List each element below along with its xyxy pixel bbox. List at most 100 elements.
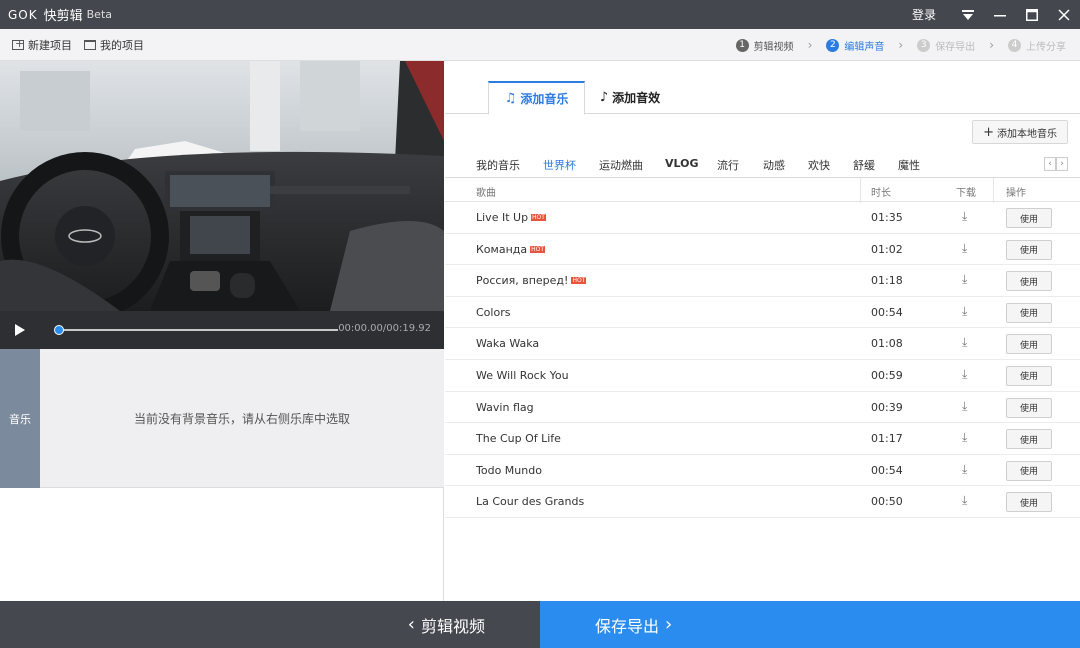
category-pop[interactable]: 流行 xyxy=(717,157,739,173)
table-row[interactable]: We Will Rock You 00:59 ⤓ 使用 xyxy=(445,360,1080,392)
table-row[interactable]: Wavin flag 00:39 ⤓ 使用 xyxy=(445,392,1080,424)
category-sports[interactable]: 运动燃曲 xyxy=(599,157,643,173)
tab-add-effect[interactable]: ♪ 添加音效 xyxy=(593,81,667,114)
download-icon[interactable]: ⤓ xyxy=(962,304,967,319)
use-button[interactable]: 使用 xyxy=(1006,208,1052,228)
chevron-left-icon: ‹ xyxy=(407,614,415,635)
song-duration: 00:54 xyxy=(871,305,903,319)
download-icon[interactable]: ⤓ xyxy=(962,399,967,414)
use-button[interactable]: 使用 xyxy=(1006,302,1052,323)
chevron-right-icon: › xyxy=(989,38,994,52)
step-edit-video[interactable]: 1 剪辑视频 xyxy=(735,38,794,53)
toolbar: 新建项目 我的项目 1 剪辑视频 › 2 编辑声音 › 3 保存导出 › 4 上… xyxy=(0,29,1080,61)
music-library-panel: ♫ 添加音乐 ♪ 添加音效 + 添加本地音乐 我的音乐 世界杯 运动燃曲 VLO… xyxy=(445,61,1080,601)
use-button[interactable]: 使用 xyxy=(1006,239,1052,260)
hot-badge: HOT xyxy=(530,245,546,253)
maximize-icon[interactable] xyxy=(1016,0,1048,29)
step-edit-audio[interactable]: 2 编辑声音 xyxy=(826,38,884,53)
preview-panel: 00:00.00/00:19.92 音乐 当前没有背景音乐，请从右侧乐库中选取 xyxy=(0,61,444,601)
my-projects-button[interactable]: 我的项目 xyxy=(84,37,144,53)
library-tabs: ♫ 添加音乐 ♪ 添加音效 xyxy=(445,81,1080,115)
use-button[interactable]: 使用 xyxy=(1006,397,1052,418)
song-duration: 00:54 xyxy=(871,463,903,477)
table-row[interactable]: The Cup Of Life 01:17 ⤓ 使用 xyxy=(445,423,1080,455)
song-title: Todo Mundo xyxy=(476,463,542,477)
category-quirky[interactable]: 魔性 xyxy=(898,157,920,173)
chevron-right-icon: › xyxy=(807,38,813,52)
download-icon[interactable]: ⤓ xyxy=(962,335,967,350)
table-row[interactable]: La Cour des Grands 00:50 ⤓ 使用 xyxy=(445,486,1080,518)
playback-controls: 00:00.00/00:19.92 xyxy=(0,311,444,349)
category-my-music[interactable]: 我的音乐 xyxy=(476,157,520,173)
category-cheerful[interactable]: 欢快 xyxy=(808,157,830,173)
save-export-button[interactable]: 保存导出 › xyxy=(540,601,1080,648)
app-logo: GOK 快剪辑 Beta xyxy=(8,5,113,25)
logo-icon: GOK xyxy=(8,7,38,22)
beta-label: Beta xyxy=(86,8,113,21)
download-icon[interactable]: ⤓ xyxy=(962,462,967,477)
new-project-label: 新建项目 xyxy=(28,38,72,52)
title-bar: GOK 快剪辑 Beta 登录 xyxy=(0,0,1080,29)
hot-badge: HOT xyxy=(571,277,587,285)
category-vlog[interactable]: VLOG xyxy=(665,157,699,170)
progress-bar[interactable] xyxy=(54,325,338,335)
song-duration: 00:59 xyxy=(871,368,903,382)
menu-dropdown-icon[interactable] xyxy=(952,0,984,29)
chevron-right-icon[interactable]: › xyxy=(1056,157,1068,171)
app-name: 快剪辑 xyxy=(43,9,83,24)
add-local-music-button[interactable]: + 添加本地音乐 xyxy=(972,120,1068,144)
download-icon[interactable]: ⤓ xyxy=(962,241,967,256)
table-row[interactable]: Waka Waka 01:08 ⤓ 使用 xyxy=(445,328,1080,360)
play-icon[interactable] xyxy=(0,311,40,349)
category-pager: ‹ › xyxy=(1044,157,1068,171)
download-icon[interactable]: ⤓ xyxy=(962,209,967,224)
time-display: 00:00.00/00:19.92 xyxy=(338,323,431,334)
use-button[interactable]: 使用 xyxy=(1006,271,1052,292)
song-title: We Will Rock You xyxy=(476,368,569,382)
chevron-left-icon[interactable]: ‹ xyxy=(1044,157,1056,171)
table-row[interactable]: Todo Mundo 00:54 ⤓ 使用 xyxy=(445,455,1080,487)
table-row[interactable]: Live It Up HOT 01:35 ⤓ 使用 xyxy=(445,202,1080,234)
use-button[interactable]: 使用 xyxy=(1006,492,1052,513)
sound-effect-icon: ♪ xyxy=(599,90,609,105)
tab-add-music[interactable]: ♫ 添加音乐 xyxy=(488,81,585,115)
header-download: 下载 xyxy=(956,188,976,199)
use-button[interactable]: 使用 xyxy=(1006,365,1052,386)
category-world-cup[interactable]: 世界杯 xyxy=(543,157,576,173)
download-icon[interactable]: ⤓ xyxy=(962,367,967,382)
bottom-navigation: ‹ 剪辑视频 保存导出 › xyxy=(0,601,1080,648)
use-button[interactable]: 使用 xyxy=(1006,460,1052,481)
song-title: Команда HOT xyxy=(476,242,546,256)
video-preview[interactable] xyxy=(0,61,444,311)
chevron-right-icon: › xyxy=(665,614,673,635)
minimize-icon[interactable] xyxy=(984,0,1016,29)
header-duration: 时长 xyxy=(871,188,891,199)
song-duration: 01:18 xyxy=(871,274,903,288)
song-title: La Cour des Grands xyxy=(476,495,585,509)
login-link[interactable]: 登录 xyxy=(912,6,936,23)
download-icon[interactable]: ⤓ xyxy=(962,272,967,287)
category-dynamic[interactable]: 动感 xyxy=(763,157,785,173)
back-edit-video-button[interactable]: ‹ 剪辑视频 xyxy=(0,601,540,648)
use-button[interactable]: 使用 xyxy=(1006,429,1052,450)
step-upload-share[interactable]: 4 上传分享 xyxy=(1008,38,1066,53)
table-row[interactable]: Россия, вперед! HOT 01:18 ⤓ 使用 xyxy=(445,265,1080,297)
new-project-button[interactable]: 新建项目 xyxy=(12,37,72,53)
plus-icon: + xyxy=(983,124,994,140)
close-icon[interactable] xyxy=(1048,0,1080,29)
download-icon[interactable]: ⤓ xyxy=(962,493,967,508)
table-row[interactable]: Colors 00:54 ⤓ 使用 xyxy=(445,297,1080,329)
song-duration: 01:08 xyxy=(871,337,903,351)
table-row[interactable]: Команда HOT 01:02 ⤓ 使用 xyxy=(445,234,1080,266)
progress-handle[interactable] xyxy=(54,325,64,335)
song-title: Live It Up HOT xyxy=(476,211,546,224)
download-icon[interactable]: ⤓ xyxy=(962,430,967,445)
song-title: Россия, вперед! HOT xyxy=(476,274,587,288)
song-list: Live It Up HOT 01:35 ⤓ 使用 Команда HOT 01:0… xyxy=(445,202,1080,518)
use-button[interactable]: 使用 xyxy=(1006,334,1052,355)
step-save-export[interactable]: 3 保存导出 xyxy=(917,38,975,53)
category-tabs: 我的音乐 世界杯 运动燃曲 VLOG 流行 动感 欢快 舒缓 魔性 ‹ › xyxy=(445,151,1080,177)
song-duration: 00:39 xyxy=(871,400,903,414)
music-note-icon: ♫ xyxy=(504,91,517,106)
category-soothing[interactable]: 舒缓 xyxy=(853,157,875,173)
